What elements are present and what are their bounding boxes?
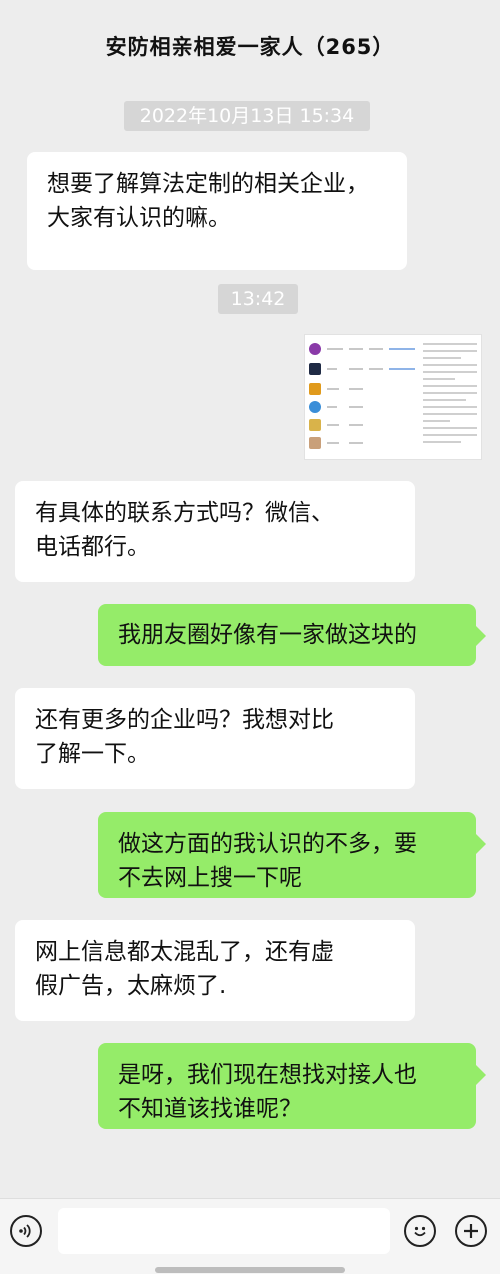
- home-indicator: [155, 1267, 345, 1273]
- voice-waves-icon: [19, 1224, 31, 1238]
- message-bubble-incoming[interactable]: 有具体的联系方式吗？微信、 电话都行。: [15, 481, 415, 582]
- app-logo-icon: [309, 363, 321, 375]
- message-bubble-incoming[interactable]: 网上信息都太混乱了，还有虚 假广告，太麻烦了.: [15, 920, 415, 1021]
- message-bubble-outgoing[interactable]: 是呀，我们现在想找对接人也 不知道该找谁呢？: [98, 1043, 486, 1129]
- image-message[interactable]: [304, 334, 482, 460]
- message-bubble-incoming[interactable]: 想要了解算法定制的相关企业， 大家有认识的嘛。: [27, 152, 407, 270]
- message-bubble-outgoing[interactable]: 做这方面的我认识的不多，要 不去网上搜一下呢: [98, 812, 486, 898]
- message-bubble-outgoing[interactable]: 我朋友圈好像有一家做这块的: [98, 604, 486, 666]
- app-logo-icon: [309, 419, 321, 431]
- app-logo-icon: [309, 401, 321, 413]
- app-logo-icon: [309, 343, 321, 355]
- message-bubble-incoming[interactable]: 还有更多的企业吗？我想对比 了解一下。: [15, 688, 415, 789]
- timestamp: 13:42: [218, 284, 298, 314]
- voice-icon[interactable]: [10, 1215, 42, 1247]
- chat-screen: 安防相亲相爱一家人（265） 2022年10月13日 15:34 想要了解算法定…: [0, 0, 500, 1274]
- smiley-face-icon: [414, 1226, 426, 1237]
- input-bar: [0, 1198, 500, 1274]
- chat-header: 安防相亲相爱一家人（265）: [0, 0, 500, 92]
- plus-sign-icon: [464, 1224, 478, 1238]
- plus-icon[interactable]: [455, 1215, 487, 1247]
- chat-title: 安防相亲相爱一家人（265）: [105, 35, 395, 59]
- timestamp: 2022年10月13日 15:34: [124, 101, 370, 131]
- emoji-icon[interactable]: [404, 1215, 436, 1247]
- app-logo-icon: [309, 437, 321, 449]
- app-logo-icon: [309, 383, 321, 395]
- message-input[interactable]: [58, 1208, 390, 1254]
